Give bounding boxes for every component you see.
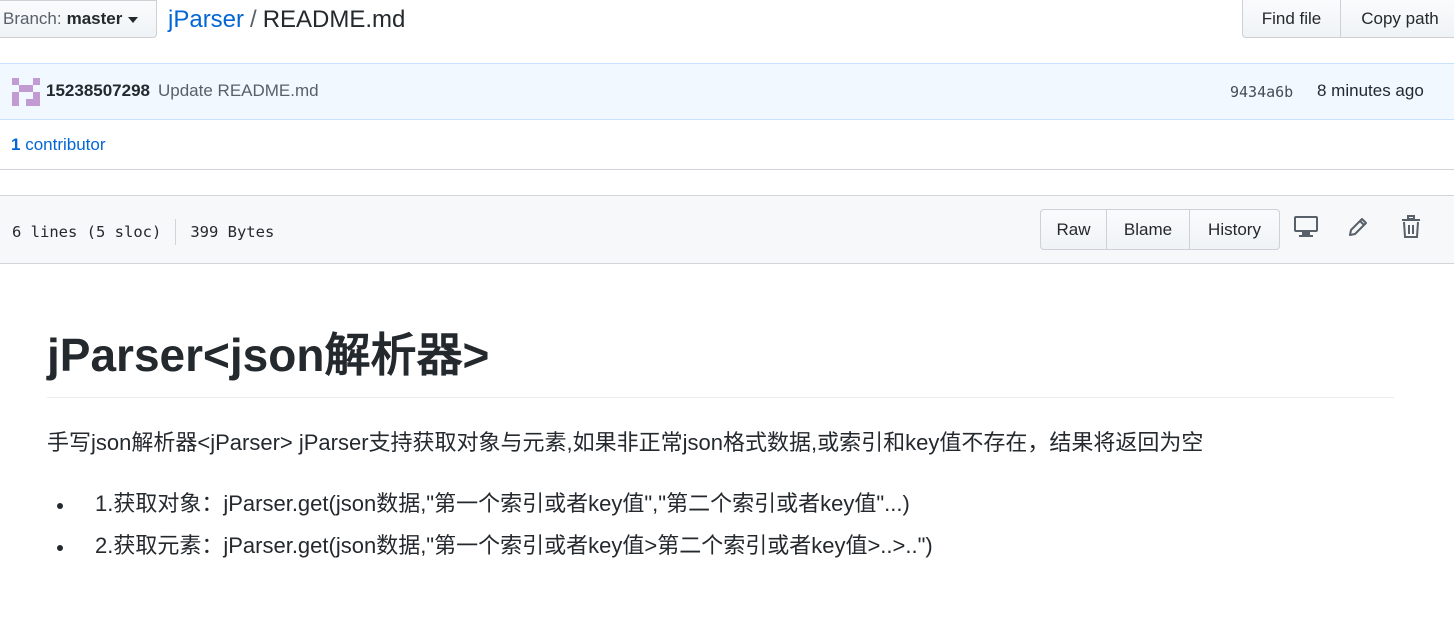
commit-sha-link[interactable]: 9434a6b bbox=[1230, 83, 1293, 101]
trash-icon[interactable] bbox=[1396, 212, 1426, 242]
commit-author-link[interactable]: 15238507298 bbox=[46, 81, 150, 101]
readme-content: jParser<json解析器> 手写json解析器<jParser> jPar… bbox=[47, 325, 1394, 572]
readme-intro: 手写json解析器<jParser> jParser支持获取对象与元素,如果非正… bbox=[47, 430, 1204, 455]
list-item: 2.获取元素：jParser.get(json数据,"第一个索引或者key值>第… bbox=[75, 530, 1394, 562]
contributors-link[interactable]: 1 contributor bbox=[11, 135, 106, 155]
caret-down-icon bbox=[128, 17, 139, 23]
list-item: 1.获取对象：jParser.get(json数据,"第一个索引或者key值",… bbox=[75, 488, 1394, 520]
contributor-label: contributor bbox=[25, 135, 106, 154]
blame-button[interactable]: Blame bbox=[1106, 209, 1190, 250]
file-lines: 6 lines (5 sloc) bbox=[12, 223, 162, 241]
branch-select-button[interactable]: Branch: master bbox=[0, 0, 157, 38]
file-info: 6 lines (5 sloc) 399 Bytes bbox=[12, 219, 274, 245]
find-file-button[interactable]: Find file bbox=[1242, 0, 1341, 38]
desktop-icon[interactable] bbox=[1291, 212, 1321, 242]
contributors-bar: 1 contributor bbox=[0, 120, 1454, 170]
commit-time: 8 minutes ago bbox=[1317, 81, 1424, 100]
readme-list: 1.获取对象：jParser.get(json数据,"第一个索引或者key值",… bbox=[75, 488, 1394, 562]
file-navigation: Branch: master jParser / README.md Find fi… bbox=[0, 0, 1454, 40]
repo-link[interactable]: jParser bbox=[168, 6, 244, 33]
history-button[interactable]: History bbox=[1189, 209, 1280, 250]
readme-title: jParser<json解析器> bbox=[47, 325, 1394, 398]
pencil-icon[interactable] bbox=[1343, 212, 1373, 242]
file-size: 399 Bytes bbox=[190, 223, 275, 241]
file-header: 6 lines (5 sloc) 399 Bytes Raw Blame His… bbox=[0, 195, 1454, 264]
commit-message-link[interactable]: Update README.md bbox=[158, 81, 319, 101]
breadcrumb-separator: / bbox=[250, 6, 257, 33]
copy-path-button[interactable]: Copy path bbox=[1340, 0, 1454, 38]
file-name: README.md bbox=[262, 6, 406, 33]
breadcrumb: jParser / README.md bbox=[168, 4, 405, 36]
branch-value: master bbox=[66, 9, 123, 28]
avatar[interactable] bbox=[12, 78, 40, 106]
file-actions: Raw Blame History bbox=[1040, 209, 1280, 250]
commit-tease: 15238507298 Update README.md 9434a6b 8 m… bbox=[0, 63, 1454, 120]
contributor-count: 1 bbox=[11, 135, 21, 154]
branch-label: Branch: bbox=[3, 9, 62, 28]
file-info-divider bbox=[175, 219, 177, 245]
raw-button[interactable]: Raw bbox=[1040, 209, 1107, 250]
